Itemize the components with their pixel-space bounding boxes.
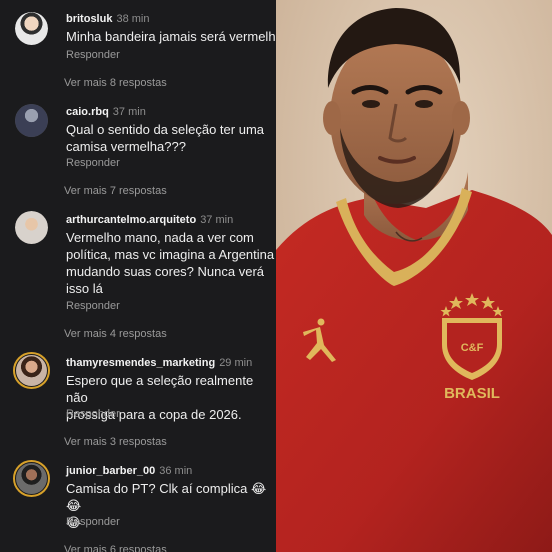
- reply-button[interactable]: Responder: [66, 516, 120, 529]
- reply-button[interactable]: Responder: [66, 49, 120, 62]
- reply-button[interactable]: Responder: [66, 408, 120, 421]
- comment-time: 29 min: [219, 357, 253, 369]
- comment-time: 37 min: [112, 106, 146, 118]
- comment-text: Minha bandeira jamais será vermelha: [66, 29, 276, 44]
- comment-username[interactable]: caio.rbq: [66, 106, 109, 118]
- comment-username[interactable]: thamyresmendes_marketing: [66, 357, 215, 369]
- screenshot: britosluk 38 min Minha bandeira jamais se…: [0, 0, 552, 552]
- comments-panel: britosluk 38 min Minha bandeira jamais se…: [0, 0, 276, 552]
- view-more-replies-link[interactable]: Ver mais 8 respostas: [64, 77, 167, 90]
- comment-time: 37 min: [200, 214, 234, 226]
- comment-username[interactable]: britosluk: [66, 13, 112, 25]
- avatar[interactable]: [13, 460, 50, 497]
- view-more-replies-link[interactable]: Ver mais 4 respostas: [64, 328, 167, 341]
- red-shirt: [276, 190, 552, 552]
- comment-time: 38 min: [116, 13, 150, 25]
- view-more-replies-link[interactable]: Ver mais 6 respostas: [64, 544, 167, 552]
- comment-text: Vermelho mano, nada a ver com política, …: [66, 230, 275, 296]
- comment-username[interactable]: arthurcantelmo.arquiteto: [66, 214, 196, 226]
- view-more-replies-link[interactable]: Ver mais 7 respostas: [64, 185, 167, 198]
- avatar[interactable]: [15, 211, 48, 244]
- comment-text: Qual o sentido da seleção ter uma camisa…: [66, 122, 265, 154]
- view-more-replies-link[interactable]: Ver mais 3 respostas: [64, 436, 167, 449]
- avatar[interactable]: [15, 12, 48, 45]
- avatar[interactable]: [15, 104, 48, 137]
- comment-username[interactable]: junior_barber_00: [66, 465, 155, 477]
- comment-time: 36 min: [159, 465, 193, 477]
- reply-button[interactable]: Responder: [66, 300, 120, 313]
- player-photo: C&F BRASIL: [276, 0, 552, 552]
- avatar[interactable]: [13, 352, 50, 389]
- brand-text: BRASIL: [444, 385, 500, 402]
- reply-button[interactable]: Responder: [66, 157, 120, 170]
- crest-text: C&F: [461, 342, 484, 354]
